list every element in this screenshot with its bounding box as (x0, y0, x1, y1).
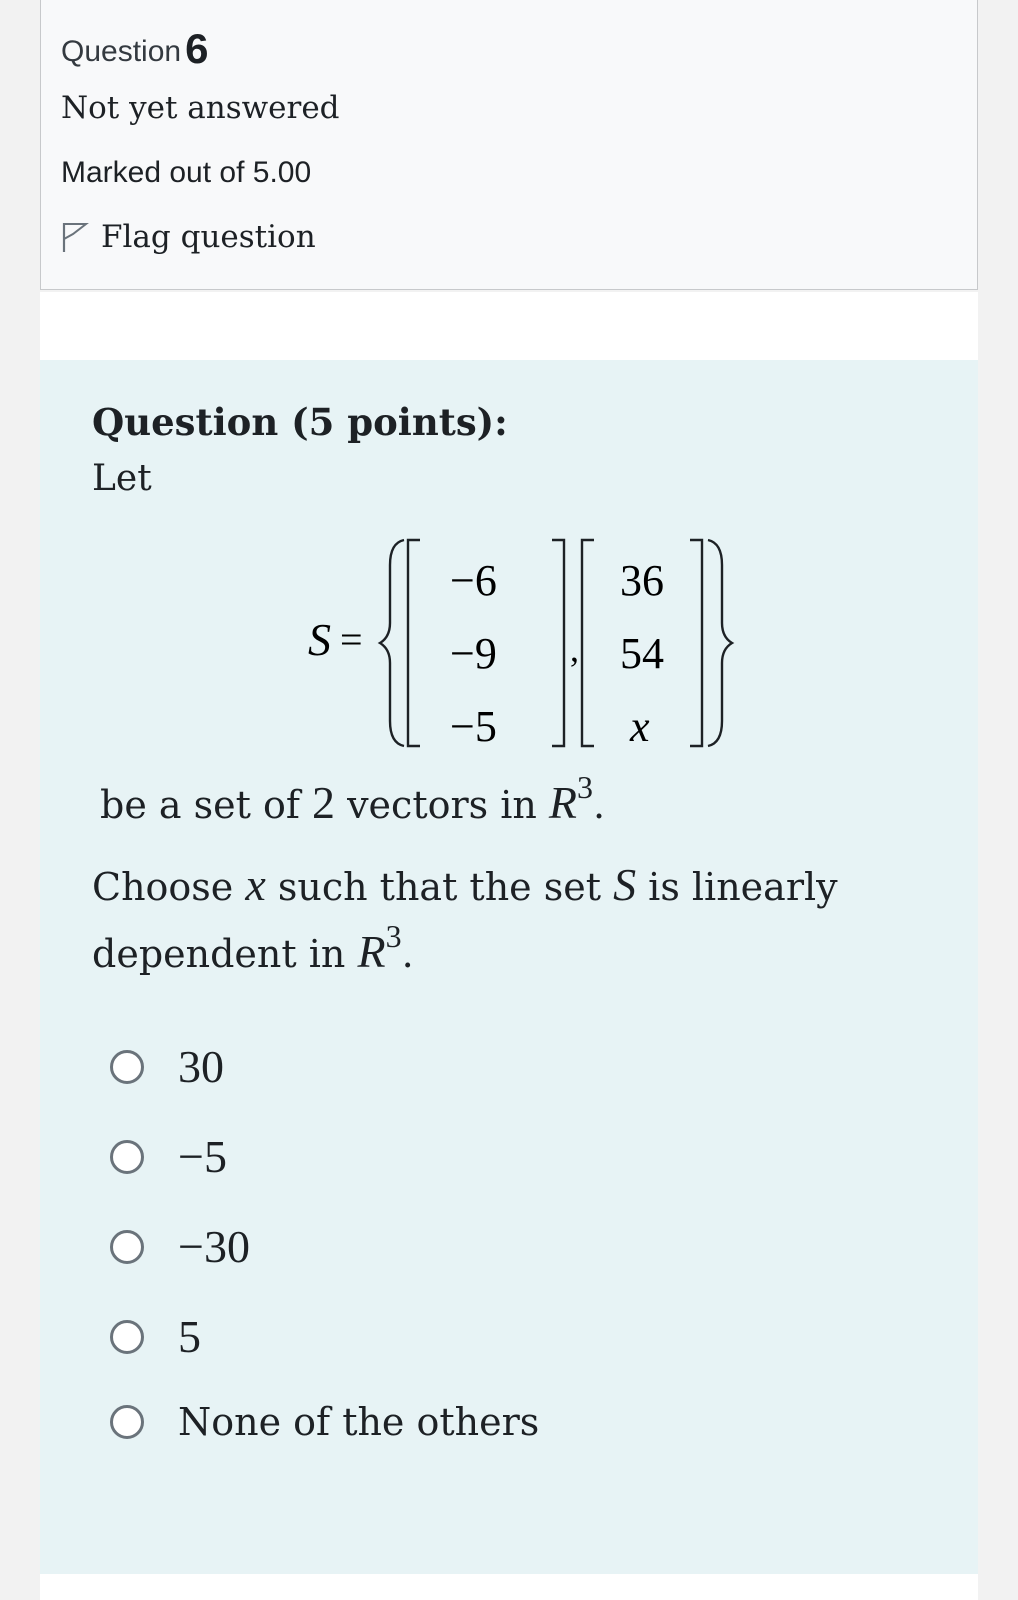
question-title: Question (5 points): (92, 400, 508, 444)
bottom-band (40, 1574, 978, 1600)
question-state: Not yet answered (61, 90, 340, 126)
vector1-entry: −9 (450, 629, 497, 678)
vector2-left-bracket (580, 538, 594, 748)
radio-button[interactable] (110, 1049, 144, 1084)
radio-button[interactable] (110, 1139, 144, 1174)
flag-outline-icon (62, 223, 89, 252)
flag-question-label: Flag question (101, 219, 316, 255)
answer-option[interactable]: 30 (110, 1040, 224, 1093)
answer-option[interactable]: None of the others (110, 1400, 539, 1444)
question-number: Question6 (61, 25, 208, 73)
question-intro: Let (92, 458, 152, 499)
answer-option[interactable]: 5 (110, 1310, 201, 1363)
radio-button[interactable] (110, 1319, 144, 1354)
question-info-panel: Question6 Not yet answered Marked out of… (40, 0, 978, 290)
answer-option[interactable]: −30 (110, 1220, 250, 1273)
answer-label: None of the others (178, 1400, 540, 1444)
vector2-entry: x (629, 702, 650, 751)
vector2-right-bracket (690, 538, 704, 748)
set-symbol: S (308, 614, 331, 665)
question-grade: Marked out of 5.00 (61, 156, 312, 189)
vector2-entry: 54 (620, 629, 664, 678)
equals-sign: = (340, 617, 363, 662)
answer-label: −30 (178, 1221, 250, 1272)
question-text-line2: Choose x such that the set S is linearly (92, 859, 838, 910)
question-text-line3: dependent in R3. (92, 918, 414, 977)
flag-question-button[interactable]: Flag question (61, 219, 316, 255)
radio-button[interactable] (110, 1405, 144, 1439)
separator-band (40, 292, 978, 360)
answer-label: 5 (178, 1311, 201, 1362)
right-brace (707, 538, 735, 748)
vector1-right-bracket (552, 538, 566, 748)
question-text-line1: be a set of 2 vectors in R3. (100, 769, 606, 828)
answer-label: 30 (178, 1041, 224, 1092)
left-brace (377, 538, 405, 748)
radio-button[interactable] (110, 1229, 144, 1264)
answer-option[interactable]: −5 (110, 1130, 227, 1183)
question-number-value: 6 (185, 25, 209, 72)
question-formulation: Question (5 points): Let S = −6 −9 −5 , … (40, 360, 978, 1574)
answer-label: −5 (178, 1131, 227, 1182)
vector2-entry: 36 (620, 556, 664, 605)
vector-separator-comma: , (570, 629, 579, 669)
vector1-entry: −6 (450, 556, 497, 605)
question-label: Question (61, 35, 182, 68)
vector1-entry: −5 (450, 702, 497, 751)
vector1-left-bracket (406, 538, 420, 748)
set-definition-math: S = −6 −9 −5 , 36 54 x (308, 538, 735, 751)
